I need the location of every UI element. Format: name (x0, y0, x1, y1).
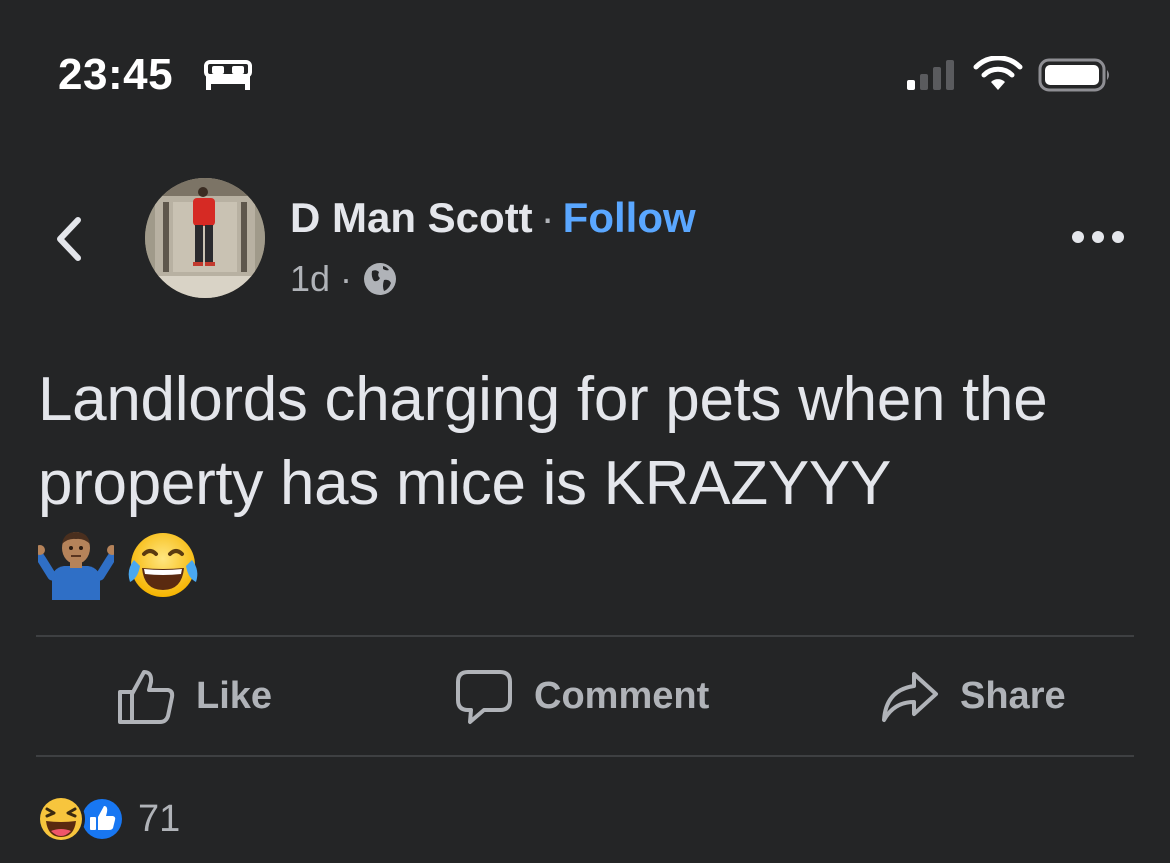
share-label: Share (960, 674, 1066, 717)
divider-bottom (36, 755, 1134, 757)
bed-icon (204, 60, 252, 90)
face-with-tears-of-joy-emoji (128, 533, 198, 597)
follow-button[interactable]: Follow (563, 194, 696, 241)
post-emojis (38, 530, 200, 600)
comment-button[interactable]: Comment (454, 664, 709, 728)
thumbs-up-icon (118, 670, 175, 724)
share-arrow-icon (882, 672, 938, 722)
author-separator: · (540, 194, 555, 241)
signal-icon (907, 60, 954, 90)
avatar[interactable] (145, 178, 265, 298)
comment-label: Comment (534, 674, 710, 717)
divider-top (36, 635, 1134, 637)
meta-separator: · (340, 258, 353, 299)
share-button[interactable]: Share (880, 664, 1066, 728)
reaction-count: 71 (138, 797, 181, 840)
comment-bubble-icon (456, 670, 512, 724)
haha-reaction-icon (37, 795, 85, 843)
battery-icon (1038, 58, 1109, 92)
author-name[interactable]: D Man Scott (290, 194, 533, 241)
back-chevron-icon[interactable] (50, 214, 90, 264)
wifi-icon (973, 56, 1023, 90)
globe-icon (364, 263, 397, 295)
post-meta: 1d · (290, 258, 398, 300)
more-options-icon[interactable] (1070, 224, 1126, 250)
status-time: 23:45 (58, 50, 174, 99)
author-line: D Man Scott · Follow (290, 194, 696, 242)
reaction-summary[interactable]: 71 (36, 794, 180, 844)
like-button[interactable]: Like (116, 664, 272, 728)
like-label: Like (196, 674, 273, 717)
post-text: Landlords charging for pets when the pro… (38, 365, 1048, 518)
post-age[interactable]: 1d (290, 258, 330, 300)
man-shrugging-emoji (38, 532, 114, 600)
